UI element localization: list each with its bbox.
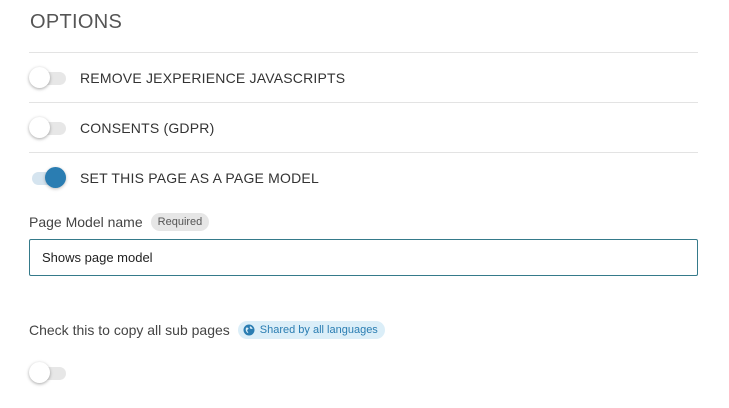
option-consents-gdpr: CONSENTS (GDPR) xyxy=(29,102,698,152)
toggle-knob xyxy=(29,362,50,383)
copy-subpages-label-row: Check this to copy all sub pages Shared … xyxy=(29,321,385,339)
option-label: REMOVE JEXPERIENCE JAVASCRIPTS xyxy=(80,69,346,86)
page-model-name-input[interactable] xyxy=(29,239,698,276)
page-model-name-label-row: Page Model name Required xyxy=(29,213,210,231)
option-label: CONSENTS (GDPR) xyxy=(80,119,215,136)
toggle-knob xyxy=(29,116,50,138)
globe-icon xyxy=(243,324,255,336)
page-model-name-label: Page Model name xyxy=(29,214,143,230)
toggle-knob xyxy=(45,166,66,188)
remove-jexperience-javascripts-toggle[interactable] xyxy=(29,66,66,89)
copy-subpages-toggle[interactable] xyxy=(29,362,66,384)
copy-subpages-label: Check this to copy all sub pages xyxy=(29,322,230,338)
consents-gdpr-toggle[interactable] xyxy=(29,116,66,139)
options-title: OPTIONS xyxy=(30,11,123,33)
shared-by-all-languages-badge: Shared by all languages xyxy=(237,321,385,339)
shared-badge-label: Shared by all languages xyxy=(259,324,378,336)
option-remove-jexperience-javascripts: REMOVE JEXPERIENCE JAVASCRIPTS xyxy=(29,52,698,102)
options-panel: OPTIONS REMOVE JEXPERIENCE JAVASCRIPTS C… xyxy=(0,0,729,408)
option-label: SET THIS PAGE AS A PAGE MODEL xyxy=(80,169,319,186)
option-set-page-model: SET THIS PAGE AS A PAGE MODEL xyxy=(29,152,698,202)
toggle-knob xyxy=(29,66,50,88)
required-badge: Required xyxy=(150,213,210,231)
set-page-model-toggle[interactable] xyxy=(29,166,66,189)
